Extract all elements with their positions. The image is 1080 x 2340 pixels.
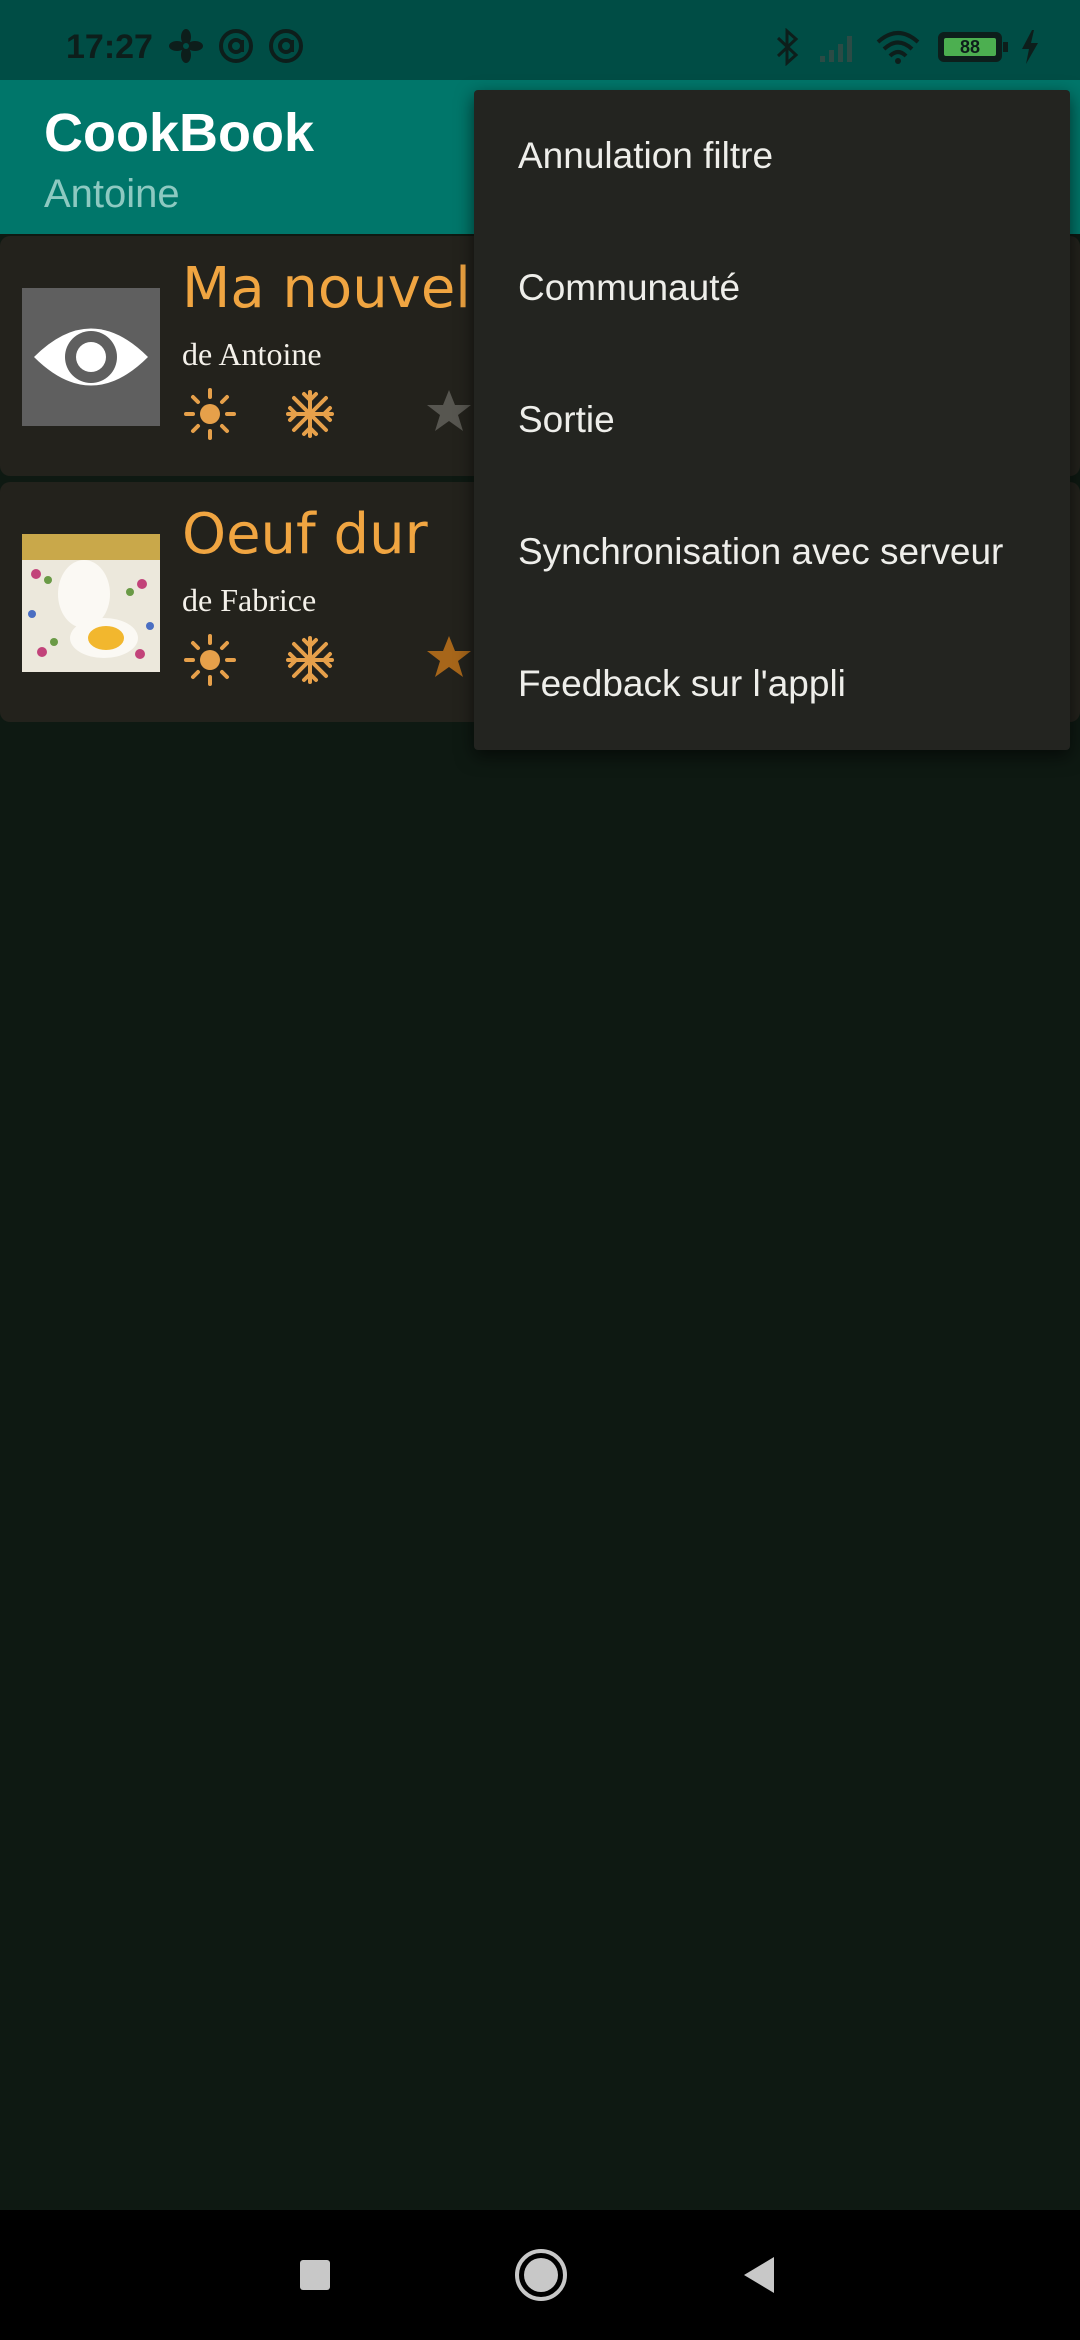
at-sign-icon [219, 29, 253, 63]
recipe-thumbnail[interactable] [22, 288, 160, 426]
menu-item-synchronisation[interactable]: Synchronisation avec serveur [474, 486, 1070, 618]
back-triangle-icon[interactable] [730, 2245, 790, 2305]
home-circle-icon[interactable] [509, 2243, 573, 2307]
boiled-egg-photo [22, 534, 160, 672]
star-icon[interactable] [424, 386, 474, 436]
app-screen: 17:27 88 CookBook Antoine Ma nouvelle de… [0, 0, 1080, 2340]
bluetooth-icon [776, 28, 799, 66]
snowflake-icon [286, 390, 334, 438]
menu-item-label: Communauté [518, 267, 741, 308]
sun-icon [184, 388, 236, 440]
app-title: CookBook [44, 103, 314, 163]
recipe-title: Oeuf dur [182, 502, 428, 567]
menu-item-feedback[interactable]: Feedback sur l'appli [474, 618, 1070, 750]
app-subtitle: Antoine [44, 172, 180, 216]
menu-item-label: Synchronisation avec serveur [518, 531, 1004, 572]
snowflake-icon [286, 636, 334, 684]
battery-icon: 88 [938, 32, 1008, 62]
menu-item-annulation-filtre[interactable]: Annulation filtre [474, 90, 1070, 222]
recipe-author: de Fabrice [182, 582, 317, 618]
star-icon[interactable] [424, 632, 474, 682]
fan-icon [169, 29, 203, 63]
menu-item-label: Sortie [518, 399, 615, 440]
eye-icon [34, 328, 148, 386]
recipe-thumbnail[interactable] [22, 534, 160, 672]
menu-item-sortie[interactable]: Sortie [474, 354, 1070, 486]
charging-icon [1022, 30, 1038, 64]
status-bar: 17:27 88 [0, 0, 1080, 80]
recipe-author: de Antoine [182, 336, 322, 372]
wifi-icon [876, 31, 920, 64]
overflow-menu: Annulation filtre Communauté Sortie Sync… [474, 90, 1070, 750]
menu-item-label: Annulation filtre [518, 135, 774, 176]
status-time: 17:27 [66, 28, 153, 66]
menu-item-label: Feedback sur l'appli [518, 663, 846, 704]
menu-item-communaute[interactable]: Communauté [474, 222, 1070, 354]
recipe-title: Ma nouvelle [182, 256, 521, 321]
recents-square-icon[interactable] [285, 2245, 345, 2305]
at-sign-icon [269, 29, 303, 63]
battery-level: 88 [944, 38, 996, 56]
navigation-bar [0, 2210, 1080, 2340]
signal-icon [820, 36, 852, 62]
sun-icon [184, 634, 236, 686]
